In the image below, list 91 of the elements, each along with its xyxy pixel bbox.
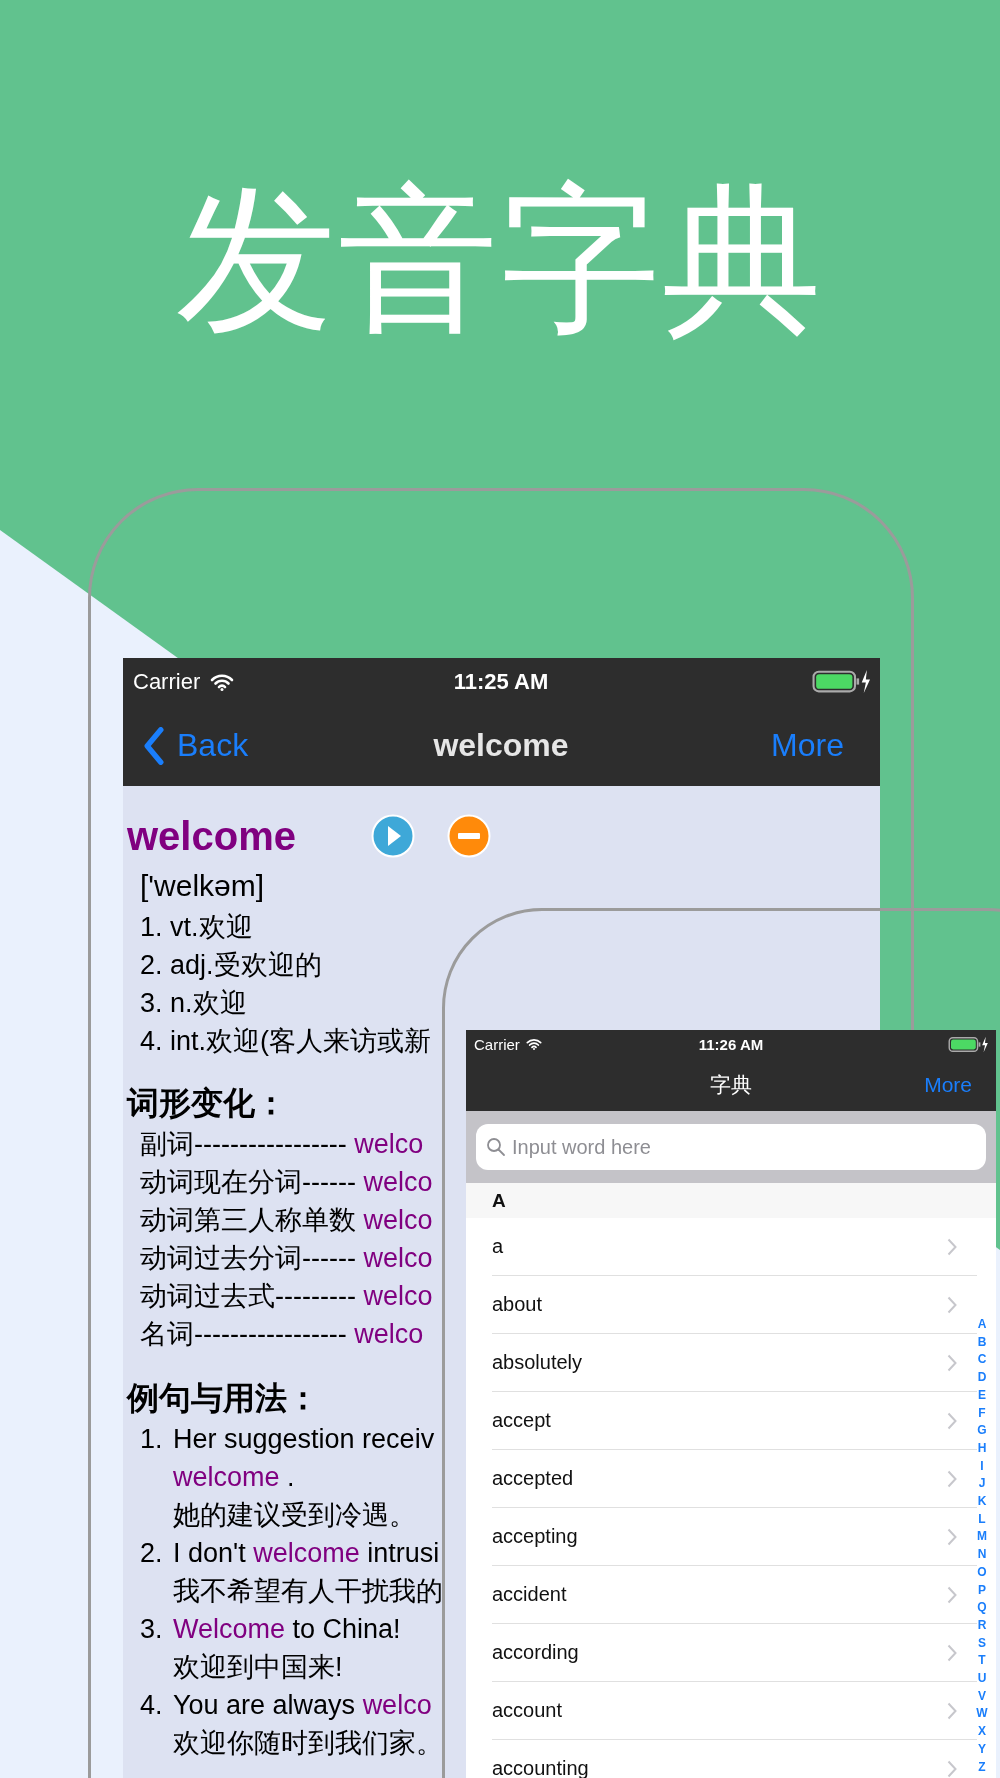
index-letter[interactable]: K: [977, 1493, 987, 1511]
example-number: 1.: [140, 1423, 164, 1456]
more-button[interactable]: More: [771, 727, 844, 764]
chevron-icon: [947, 1585, 957, 1604]
word-form-text: 动词现在分词------ welco: [140, 1166, 433, 1199]
status-time: 11:25 AM: [452, 668, 550, 695]
example-text: welcome .: [173, 1461, 296, 1494]
example-text: Welcome to China!: [173, 1613, 401, 1646]
play-icon[interactable]: [371, 814, 415, 858]
screen-title: welcome: [432, 727, 570, 764]
battery-icon: [948, 1035, 988, 1053]
word-list-item[interactable]: accident: [492, 1583, 567, 1606]
index-letter[interactable]: W: [976, 1705, 988, 1724]
index-letter[interactable]: A: [977, 1316, 987, 1334]
index-letter[interactable]: G: [977, 1422, 987, 1440]
chevron-icon: [947, 1237, 957, 1256]
carrier-label: Carrier: [474, 1035, 520, 1053]
example-number: 3.: [140, 1613, 164, 1646]
word-list-item[interactable]: absolutely: [492, 1351, 583, 1374]
index-letter[interactable]: C: [977, 1351, 987, 1370]
index-letter[interactable]: X: [978, 1723, 986, 1741]
index-letter[interactable]: H: [977, 1439, 987, 1458]
chevron-icon: [947, 1701, 957, 1720]
index-letter[interactable]: J: [978, 1475, 986, 1494]
carrier-label: Carrier: [133, 668, 201, 695]
index-letter[interactable]: V: [978, 1687, 986, 1706]
definition-text: 1. vt.欢迎: [140, 911, 253, 944]
word-list-item[interactable]: accept: [492, 1409, 551, 1432]
word-form-text: 动词第三人称单数 welco: [140, 1204, 433, 1237]
example-text: You are always welco: [173, 1689, 433, 1722]
index-letter[interactable]: T: [978, 1652, 986, 1671]
word-list-item[interactable]: about: [492, 1293, 543, 1316]
section-heading: 例句与用法：: [127, 1379, 319, 1418]
example-text: 她的建议受到冷遇。: [173, 1499, 417, 1532]
chevron-icon: [947, 1469, 957, 1488]
wifi-icon: [525, 1038, 542, 1050]
example-text: 我不希望有人干扰我的: [173, 1575, 443, 1608]
index-letter[interactable]: U: [977, 1670, 987, 1688]
chevron-icon: [947, 1295, 957, 1314]
index-letter[interactable]: Q: [977, 1599, 987, 1617]
definition-text: 4. int.欢迎(客人来访或新: [140, 1025, 432, 1058]
word-form-text: 名词----------------- welco: [140, 1318, 424, 1351]
back-chevron-icon: [143, 726, 165, 765]
word-list-item[interactable]: a: [492, 1235, 504, 1258]
word-list-item[interactable]: accepting: [492, 1525, 578, 1548]
example-number: 4.: [140, 1689, 164, 1722]
index-letter[interactable]: D: [977, 1369, 987, 1387]
headline: 发音字典: [175, 170, 825, 350]
index-letter[interactable]: R: [977, 1616, 987, 1635]
index-letter[interactable]: N: [977, 1546, 987, 1564]
battery-icon: [812, 669, 870, 694]
word-form-text: 动词过去式--------- welco: [140, 1280, 433, 1313]
search-field[interactable]: Input word here: [476, 1124, 986, 1170]
index-letter[interactable]: Y: [978, 1740, 986, 1759]
chevron-icon: [947, 1759, 957, 1778]
headword: welcome: [127, 813, 297, 859]
chevron-icon: [947, 1527, 957, 1546]
definition-text: 3. n.欢迎: [140, 987, 247, 1020]
chevron-icon: [947, 1643, 957, 1662]
example-text: 欢迎你随时到我们家。: [173, 1727, 443, 1760]
index-letter[interactable]: S: [978, 1634, 986, 1653]
word-list-item[interactable]: accepted: [492, 1467, 574, 1490]
word-list-item[interactable]: account: [492, 1699, 563, 1722]
chevron-icon: [947, 1353, 957, 1372]
index-letter[interactable]: L: [978, 1510, 986, 1529]
section-heading: 词形变化：: [127, 1084, 287, 1123]
example-text: Her suggestion receiv: [173, 1423, 435, 1456]
phonetic-text: ['welkəm]: [139, 868, 265, 904]
example-text: I don't welcome intrusi: [173, 1537, 441, 1570]
index-letter[interactable]: Z: [978, 1758, 986, 1777]
word-list-item[interactable]: according: [492, 1641, 579, 1664]
screen-title: 字典: [709, 1071, 753, 1098]
more-button[interactable]: More: [924, 1072, 972, 1097]
index-letter[interactable]: F: [978, 1404, 986, 1423]
section-header: A: [466, 1183, 996, 1218]
status-time: 11:26 AM: [697, 1035, 765, 1053]
back-button[interactable]: Back: [123, 726, 249, 765]
index-letter[interactable]: B: [977, 1333, 987, 1352]
remove-icon[interactable]: [447, 814, 491, 858]
word-form-text: 副词----------------- welco: [140, 1128, 424, 1161]
chevron-icon: [947, 1411, 957, 1430]
index-letter[interactable]: E: [978, 1386, 986, 1405]
example-text: 欢迎到中国来!: [173, 1651, 344, 1684]
definition-text: 2. adj.受欢迎的: [140, 949, 322, 982]
index-letter[interactable]: O: [977, 1563, 987, 1582]
search-icon: [486, 1137, 506, 1157]
index-letter[interactable]: P: [978, 1581, 986, 1600]
word-form-text: 动词过去分词------ welco: [140, 1242, 433, 1275]
index-letter[interactable]: M: [977, 1528, 987, 1547]
wifi-icon: [210, 672, 235, 691]
example-number: 2.: [140, 1537, 164, 1570]
